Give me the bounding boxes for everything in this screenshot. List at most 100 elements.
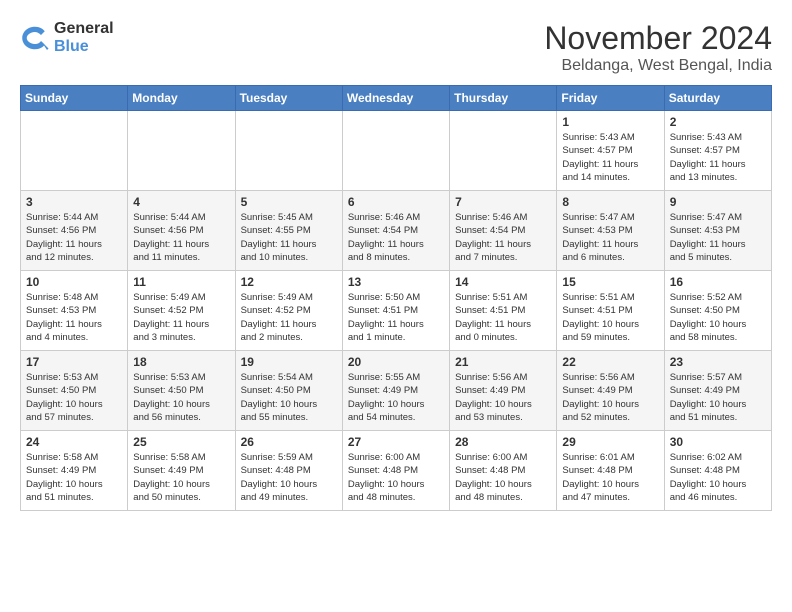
day-info: Sunrise: 5:51 AM Sunset: 4:51 PM Dayligh… [455,291,551,344]
day-cell: 17 Sunrise: 5:53 AM Sunset: 4:50 PM Dayli… [21,351,128,431]
day-info: Sunrise: 6:02 AM Sunset: 4:48 PM Dayligh… [670,451,766,504]
day-info: Sunrise: 5:55 AM Sunset: 4:49 PM Dayligh… [348,371,444,424]
week-row-2: 3 Sunrise: 5:44 AM Sunset: 4:56 PM Daylig… [21,191,772,271]
day-number: 28 [455,435,551,449]
day-info: Sunrise: 5:52 AM Sunset: 4:50 PM Dayligh… [670,291,766,344]
day-info: Sunrise: 5:58 AM Sunset: 4:49 PM Dayligh… [133,451,229,504]
day-info: Sunrise: 5:56 AM Sunset: 4:49 PM Dayligh… [562,371,658,424]
day-cell: 18Sunrise: 5:53 AM Sunset: 4:50 PM Dayli… [128,351,235,431]
logo-blue-text: Blue [54,38,114,56]
calendar-table: SundayMondayTuesdayWednesdayThursdayFrid… [20,85,772,511]
day-number: 7 [455,195,551,209]
day-cell: 11 Sunrise: 5:49 AM Sunset: 4:52 PM Dayli… [128,271,235,351]
day-cell [450,111,557,191]
day-cell: 20 Sunrise: 5:55 AM Sunset: 4:49 PM Dayli… [342,351,449,431]
day-cell: 3 Sunrise: 5:44 AM Sunset: 4:56 PM Daylig… [21,191,128,271]
day-cell [235,111,342,191]
day-cell: 26 Sunrise: 5:59 AM Sunset: 4:48 PM Dayli… [235,431,342,511]
day-number: 19 [241,355,337,369]
day-number: 29 [562,435,658,449]
day-number: 11 [133,275,229,289]
day-info: Sunrise: 5:58 AM Sunset: 4:49 PM Dayligh… [26,451,122,504]
day-cell: 9 Sunrise: 5:47 AM Sunset: 4:53 PM Daylig… [664,191,771,271]
day-cell: 22Sunrise: 5:56 AM Sunset: 4:49 PM Dayli… [557,351,664,431]
logo-icon [20,23,50,53]
day-info: Sunrise: 5:44 AM Sunset: 4:56 PM Dayligh… [133,211,229,264]
week-row-1: 1 Sunrise: 5:43 AM Sunset: 4:57 PM Daylig… [21,111,772,191]
day-cell: 19 Sunrise: 5:54 AM Sunset: 4:50 PM Dayli… [235,351,342,431]
day-info: Sunrise: 5:46 AM Sunset: 4:54 PM Dayligh… [455,211,551,264]
day-number: 6 [348,195,444,209]
day-number: 25 [133,435,229,449]
day-cell: 27Sunrise: 6:00 AM Sunset: 4:48 PM Dayli… [342,431,449,511]
day-cell: 16 Sunrise: 5:52 AM Sunset: 4:50 PM Dayli… [664,271,771,351]
day-cell [342,111,449,191]
day-number: 26 [241,435,337,449]
day-info: Sunrise: 5:43 AM Sunset: 4:57 PM Dayligh… [562,131,658,184]
day-info: Sunrise: 6:01 AM Sunset: 4:48 PM Dayligh… [562,451,658,504]
weekday-header-friday: Friday [557,86,664,111]
location-title: Beldanga, West Bengal, India [544,57,772,75]
day-info: Sunrise: 5:43 AM Sunset: 4:57 PM Dayligh… [670,131,766,184]
weekday-header-row: SundayMondayTuesdayWednesdayThursdayFrid… [21,86,772,111]
day-info: Sunrise: 5:57 AM Sunset: 4:49 PM Dayligh… [670,371,766,424]
day-info: Sunrise: 5:50 AM Sunset: 4:51 PM Dayligh… [348,291,444,344]
day-cell: 28 Sunrise: 6:00 AM Sunset: 4:48 PM Dayli… [450,431,557,511]
title-section: November 2024 Beldanga, West Bengal, Ind… [544,20,772,75]
day-cell: 21 Sunrise: 5:56 AM Sunset: 4:49 PM Dayli… [450,351,557,431]
day-cell: 2Sunrise: 5:43 AM Sunset: 4:57 PM Daylig… [664,111,771,191]
day-cell: 5 Sunrise: 5:45 AM Sunset: 4:55 PM Daylig… [235,191,342,271]
weekday-header-thursday: Thursday [450,86,557,111]
weekday-header-wednesday: Wednesday [342,86,449,111]
day-number: 30 [670,435,766,449]
day-number: 27 [348,435,444,449]
day-number: 21 [455,355,551,369]
week-row-3: 10 Sunrise: 5:48 AM Sunset: 4:53 PM Dayli… [21,271,772,351]
day-info: Sunrise: 5:54 AM Sunset: 4:50 PM Dayligh… [241,371,337,424]
day-info: Sunrise: 5:47 AM Sunset: 4:53 PM Dayligh… [670,211,766,264]
day-info: Sunrise: 5:48 AM Sunset: 4:53 PM Dayligh… [26,291,122,344]
day-cell: 12 Sunrise: 5:49 AM Sunset: 4:52 PM Dayli… [235,271,342,351]
day-cell: 24 Sunrise: 5:58 AM Sunset: 4:49 PM Dayli… [21,431,128,511]
day-info: Sunrise: 5:47 AM Sunset: 4:53 PM Dayligh… [562,211,658,264]
weekday-header-tuesday: Tuesday [235,86,342,111]
day-info: Sunrise: 5:44 AM Sunset: 4:56 PM Dayligh… [26,211,122,264]
day-number: 16 [670,275,766,289]
day-info: Sunrise: 5:51 AM Sunset: 4:51 PM Dayligh… [562,291,658,344]
day-info: Sunrise: 5:59 AM Sunset: 4:48 PM Dayligh… [241,451,337,504]
day-number: 3 [26,195,122,209]
day-info: Sunrise: 5:45 AM Sunset: 4:55 PM Dayligh… [241,211,337,264]
day-info: Sunrise: 5:46 AM Sunset: 4:54 PM Dayligh… [348,211,444,264]
day-number: 13 [348,275,444,289]
day-cell: 7 Sunrise: 5:46 AM Sunset: 4:54 PM Daylig… [450,191,557,271]
day-number: 23 [670,355,766,369]
day-number: 12 [241,275,337,289]
day-number: 24 [26,435,122,449]
day-number: 10 [26,275,122,289]
month-title: November 2024 [544,20,772,57]
logo-general-text: General [54,20,114,38]
logo-text: General Blue [54,20,114,55]
day-number: 1 [562,115,658,129]
day-info: Sunrise: 5:49 AM Sunset: 4:52 PM Dayligh… [133,291,229,344]
day-number: 5 [241,195,337,209]
day-number: 14 [455,275,551,289]
day-info: Sunrise: 5:49 AM Sunset: 4:52 PM Dayligh… [241,291,337,344]
day-cell [128,111,235,191]
day-cell: 29 Sunrise: 6:01 AM Sunset: 4:48 PM Dayli… [557,431,664,511]
day-cell: 6 Sunrise: 5:46 AM Sunset: 4:54 PM Daylig… [342,191,449,271]
day-cell: 4 Sunrise: 5:44 AM Sunset: 4:56 PM Daylig… [128,191,235,271]
day-info: Sunrise: 6:00 AM Sunset: 4:48 PM Dayligh… [455,451,551,504]
day-number: 4 [133,195,229,209]
day-cell: 23 Sunrise: 5:57 AM Sunset: 4:49 PM Dayli… [664,351,771,431]
day-info: Sunrise: 5:53 AM Sunset: 4:50 PM Dayligh… [26,371,122,424]
day-number: 8 [562,195,658,209]
day-cell: 13 Sunrise: 5:50 AM Sunset: 4:51 PM Dayli… [342,271,449,351]
header: General Blue November 2024 Beldanga, Wes… [20,20,772,75]
day-info: Sunrise: 5:56 AM Sunset: 4:49 PM Dayligh… [455,371,551,424]
day-number: 17 [26,355,122,369]
day-cell: 8 Sunrise: 5:47 AM Sunset: 4:53 PM Daylig… [557,191,664,271]
day-number: 20 [348,355,444,369]
weekday-header-sunday: Sunday [21,86,128,111]
day-number: 9 [670,195,766,209]
